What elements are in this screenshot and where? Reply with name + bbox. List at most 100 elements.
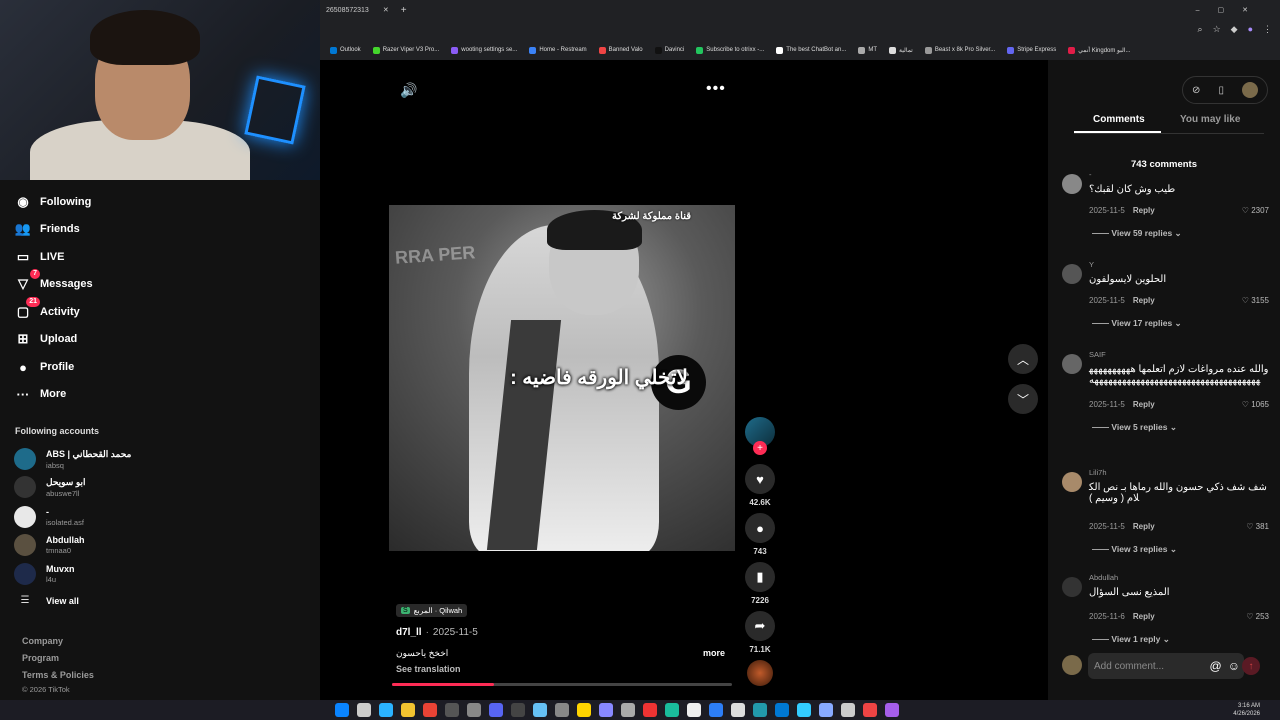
taskbar-app-icon[interactable]	[863, 703, 877, 717]
video-player[interactable]: RRA PER G قناة مملوكة لشركة لاتخلي الورق…	[389, 205, 735, 551]
following-account[interactable]: Muvxn l4u	[14, 563, 75, 585]
commenter-name[interactable]: -	[1089, 170, 1092, 179]
footer-program[interactable]: Program	[22, 653, 59, 663]
taskbar-app-icon[interactable]	[709, 703, 723, 717]
sidebar-item-more[interactable]: ··· More	[14, 382, 67, 406]
taskbar-app-icon[interactable]	[357, 703, 371, 717]
bookmark-item[interactable]: أنمي Kingdom البو...	[1068, 46, 1130, 54]
bookmark-item[interactable]: Razer Viper V3 Pro...	[372, 46, 439, 54]
close-tab-icon[interactable]: ✕	[383, 6, 389, 14]
menu-icon[interactable]: ⋮	[1263, 24, 1272, 35]
sidebar-item-activity[interactable]: ▢ 21 Activity	[14, 297, 80, 324]
bookmark-item[interactable]: The best ChatBot an...	[776, 46, 846, 54]
save-action[interactable]: ▮ 7226	[744, 562, 776, 605]
taskbar-app-icon[interactable]	[533, 703, 547, 717]
bookmark-item[interactable]: تمالية	[889, 46, 913, 54]
taskbar-app-icon[interactable]	[379, 703, 393, 717]
bookmark-item[interactable]: Beast x 8k Pro Silver...	[924, 46, 995, 54]
sidebar-item-upload[interactable]: ⊞ Upload	[14, 327, 78, 351]
sidebar-item-friends[interactable]: 👥 Friends	[14, 217, 80, 241]
bookmark-item[interactable]: Stripe Express	[1007, 46, 1056, 54]
comment-like-button[interactable]: ♡ 3155	[1242, 296, 1269, 305]
footer-company[interactable]: Company	[22, 636, 63, 646]
sound-tag[interactable]: S المربع · Qilwah	[396, 604, 468, 617]
video-author[interactable]: d7l_ll	[396, 627, 422, 638]
user-avatar[interactable]	[1241, 82, 1258, 98]
taskbar-app-icon[interactable]	[445, 703, 459, 717]
comment-like-button[interactable]: ♡ 381	[1246, 522, 1269, 531]
heart-icon[interactable]: ♥	[745, 464, 775, 494]
system-clock[interactable]: 3:16 AM 4/26/2026	[1233, 702, 1260, 718]
following-account[interactable]: ABS | محمد القحطاني iabsq	[14, 448, 131, 470]
taskbar-app-icon[interactable]	[753, 703, 767, 717]
taskbar-app-icon[interactable]	[885, 703, 899, 717]
view-all-button[interactable]: ☰ View all	[14, 595, 79, 606]
taskbar-app-icon[interactable]	[599, 703, 613, 717]
commenter-avatar[interactable]	[1062, 174, 1082, 194]
bookmark-item[interactable]: wooting settings se...	[451, 46, 517, 54]
creator-avatar-action[interactable]: +	[744, 417, 776, 455]
commenter-name[interactable]: Abdullah	[1089, 573, 1118, 582]
device-icon[interactable]: ▯	[1218, 85, 1224, 96]
window-controls[interactable]: –▢✕	[1196, 6, 1266, 14]
add-comment-input[interactable]: Add comment... @ ☺	[1088, 653, 1244, 679]
comment-like-button[interactable]: ♡ 253	[1246, 612, 1269, 621]
taskbar-app-icon[interactable]	[621, 703, 635, 717]
taskbar-app-icon[interactable]	[819, 703, 833, 717]
compass-icon[interactable]: ⊘	[1192, 85, 1200, 96]
taskbar-app-icon[interactable]	[577, 703, 591, 717]
share-icon[interactable]: ➦	[745, 611, 775, 641]
like-action[interactable]: ♥ 42.6K	[744, 464, 776, 507]
commenter-avatar[interactable]	[1062, 577, 1082, 597]
commenter-avatar[interactable]	[1062, 472, 1082, 492]
taskbar-app-icon[interactable]	[687, 703, 701, 717]
more-link[interactable]: more	[703, 648, 725, 658]
taskbar-app-icon[interactable]	[731, 703, 745, 717]
taskbar-app-icon[interactable]	[775, 703, 789, 717]
taskbar-app-icon[interactable]	[643, 703, 657, 717]
reply-button[interactable]: Reply	[1133, 400, 1155, 409]
commenter-name[interactable]: SAIF	[1089, 350, 1106, 359]
music-disc-icon[interactable]	[747, 660, 773, 686]
see-translation-link[interactable]: See translation	[396, 664, 461, 674]
taskbar-app-icon[interactable]	[335, 703, 349, 717]
bookmark-item[interactable]: Home - Restream	[529, 46, 587, 54]
extensions-icon[interactable]: ◆	[1231, 24, 1238, 35]
taskbar-app-icon[interactable]	[467, 703, 481, 717]
emoji-icon[interactable]: ☺	[1228, 659, 1240, 673]
taskbar-app-icon[interactable]	[423, 703, 437, 717]
taskbar-app-icon[interactable]	[841, 703, 855, 717]
comment-like-button[interactable]: ♡ 2307	[1242, 206, 1269, 215]
bookmark-item[interactable]: Davinci	[654, 46, 684, 54]
browser-tab[interactable]: 26508572313 ✕	[320, 0, 395, 20]
taskbar-app-icon[interactable]	[511, 703, 525, 717]
share-action[interactable]: ➦ 71.1K	[744, 611, 776, 654]
reply-button[interactable]: Reply	[1133, 296, 1155, 305]
bookmark-item[interactable]: Banned Valo	[598, 46, 643, 54]
profile-avatar-icon[interactable]: ●	[1248, 24, 1253, 35]
view-replies-button[interactable]: —— View 17 replies ⌄	[1092, 318, 1182, 329]
comment-action[interactable]: ● 743	[744, 513, 776, 556]
sidebar-item-following[interactable]: ◉ Following	[14, 190, 91, 214]
bookmark-item[interactable]: Outlook	[330, 46, 361, 54]
sidebar-item-messages[interactable]: ▽ 7 Messages	[14, 269, 93, 296]
bookmark-item[interactable]: Subscribe to otrixx -...	[696, 46, 764, 54]
taskbar-app-icon[interactable]	[555, 703, 569, 717]
following-account[interactable]: ابو سويحل abuswe7ll	[14, 476, 85, 498]
taskbar-app-icon[interactable]	[401, 703, 415, 717]
commenter-avatar[interactable]	[1062, 264, 1082, 284]
reply-button[interactable]: Reply	[1133, 522, 1155, 531]
view-replies-button[interactable]: —— View 59 replies ⌄	[1092, 228, 1182, 239]
next-video-icon[interactable]: ﹀	[1008, 384, 1038, 414]
reply-button[interactable]: Reply	[1133, 612, 1155, 621]
comment-icon[interactable]: ●	[745, 513, 775, 543]
commenter-name[interactable]: Lili7h	[1089, 468, 1107, 477]
mention-icon[interactable]: @	[1210, 659, 1222, 673]
commenter-name[interactable]: Y	[1089, 260, 1094, 269]
new-tab-icon[interactable]: +	[401, 5, 407, 16]
taskbar-app-icon[interactable]	[665, 703, 679, 717]
volume-icon[interactable]: 🔊	[400, 82, 417, 99]
following-account[interactable]: - isolated.asf	[14, 506, 84, 528]
address-bar[interactable]: ⌕ ☆ ◆ ● ⋮	[320, 20, 1280, 40]
footer-terms[interactable]: Terms & Policies	[22, 670, 94, 680]
